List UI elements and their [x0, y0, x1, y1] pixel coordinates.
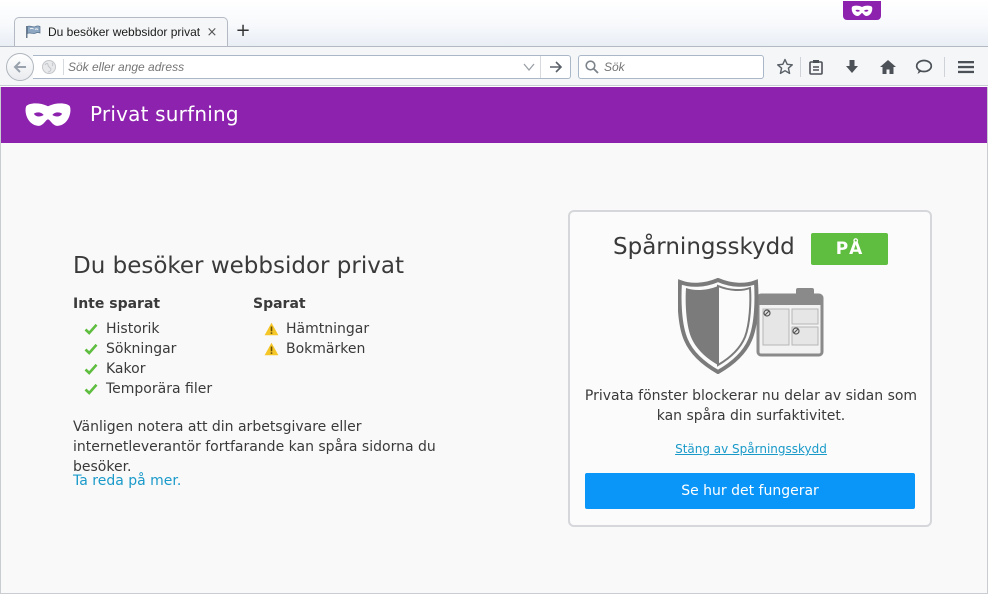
see-how-it-works-button[interactable]: Se hur det fungerar	[585, 473, 915, 509]
header-title: Privat surfning	[90, 102, 239, 126]
warning-icon	[262, 342, 280, 356]
go-arrow-icon[interactable]	[540, 56, 570, 78]
check-icon	[82, 383, 100, 395]
private-browsing-page: Privat surfning Du besöker webbsidor pri…	[0, 87, 988, 594]
check-icon	[82, 363, 100, 375]
globe-icon	[41, 59, 61, 75]
list-item: Historik	[73, 319, 212, 339]
navigation-toolbar	[0, 46, 988, 86]
back-button[interactable]	[6, 53, 34, 81]
not-saved-item-label: Temporära filer	[106, 381, 213, 397]
not-saved-item-label: Sökningar	[106, 341, 177, 357]
tab-title: Du besöker webbsidor privat	[48, 25, 201, 39]
tracking-protection-title: Spårningsskydd	[613, 234, 795, 260]
saved-heading: Sparat	[253, 296, 306, 312]
tracking-protection-card: Spårningsskydd PÅ Privata fönster blocke…	[568, 210, 932, 527]
disable-tracking-protection-link[interactable]: Stäng av Spårningsskydd	[570, 442, 932, 456]
chat-icon[interactable]	[911, 55, 937, 79]
window-titlebar: Du besöker webbsidor privat × +	[0, 0, 988, 46]
not-saved-list: Inte sparat Historik Sökningar Kakor Tem…	[73, 296, 212, 399]
list-item: Hämtningar	[253, 319, 369, 339]
private-window-indicator	[843, 1, 881, 20]
warning-icon	[262, 322, 280, 336]
url-divider	[63, 59, 64, 75]
page-title: Du besöker webbsidor privat	[73, 253, 404, 279]
check-icon	[82, 323, 100, 335]
list-item: Temporära filer	[73, 379, 212, 399]
url-input[interactable]	[68, 60, 518, 74]
private-mask-icon	[851, 5, 873, 16]
private-browsing-header: Privat surfning	[1, 87, 987, 143]
active-tab[interactable]: Du besöker webbsidor privat ×	[14, 17, 228, 46]
not-saved-heading: Inte sparat	[73, 296, 161, 312]
list-item: Kakor	[73, 359, 212, 379]
new-tab-button[interactable]: +	[232, 20, 254, 42]
saved-item-label: Hämtningar	[286, 321, 370, 337]
home-icon[interactable]	[875, 55, 901, 79]
search-input[interactable]	[604, 60, 763, 74]
saved-item-label: Bokmärken	[286, 341, 366, 357]
tracking-notice: Vänligen notera att din arbetsgivare ell…	[73, 419, 436, 475]
private-browsing-flag-icon	[25, 24, 41, 40]
url-bar[interactable]	[33, 55, 571, 79]
toolbar-divider	[944, 57, 945, 77]
close-tab-icon[interactable]: ×	[205, 25, 219, 40]
hamburger-menu-icon[interactable]	[953, 55, 979, 79]
list-item: Sökningar	[73, 339, 212, 359]
download-icon[interactable]	[839, 55, 865, 79]
not-saved-item-label: Kakor	[106, 361, 146, 377]
search-icon	[585, 60, 599, 74]
tracking-protection-description: Privata fönster blockerar nu delar av si…	[584, 388, 918, 424]
shield-page-illustration	[678, 278, 824, 374]
back-icon	[13, 61, 26, 73]
status-badge: PÅ	[811, 233, 888, 265]
reading-list-icon[interactable]	[803, 55, 829, 79]
learn-more-link[interactable]: Ta reda på mer.	[73, 473, 181, 489]
dropdown-arrow-icon[interactable]	[518, 63, 540, 71]
list-item: Bokmärken	[253, 339, 369, 359]
not-saved-item-label: Historik	[106, 321, 160, 337]
toolbar-divider	[800, 57, 801, 77]
search-bar[interactable]	[578, 55, 764, 79]
bookmark-star-icon[interactable]	[772, 55, 798, 79]
check-icon	[82, 343, 100, 355]
private-mask-icon	[25, 103, 71, 126]
saved-list: Sparat Hämtningar Bokmärken	[253, 296, 369, 359]
